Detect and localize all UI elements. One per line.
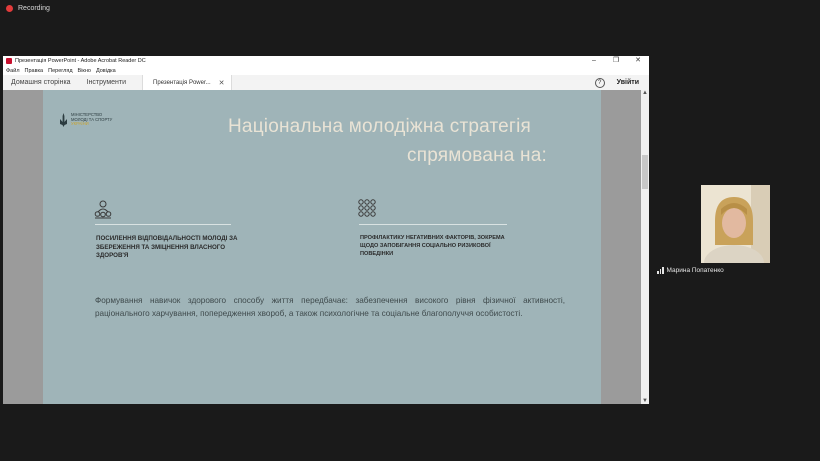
participant-name-label: Марина Попатенко (657, 267, 724, 274)
participant-video-image (701, 185, 770, 263)
tab-bar: Домашня сторінка Інструменти Презентація… (3, 75, 649, 91)
menu-help[interactable]: Довідка (96, 68, 116, 74)
people-group-icon (94, 200, 112, 219)
slide-title-line-1: Національна молодіжна стратегія (228, 116, 531, 137)
minimize-button[interactable]: – (583, 56, 605, 66)
column-1-text: Посилення відповідальності молоді за збе… (96, 235, 238, 260)
document-viewport[interactable]: Міністерство молоді та спорту України На… (3, 90, 649, 404)
slide-page: Міністерство молоді та спорту України На… (43, 90, 601, 404)
window-controls: – ❐ ✕ (583, 56, 649, 66)
slide-title-line-2: спрямована на: (407, 145, 547, 166)
maximize-button[interactable]: ❐ (605, 56, 627, 66)
slide-paragraph: Формування навичок здорового способу жит… (95, 296, 565, 318)
close-button[interactable]: ✕ (627, 56, 649, 66)
menu-edit[interactable]: Правка (25, 68, 44, 74)
trident-icon (60, 113, 67, 127)
scroll-up-icon[interactable]: ▲ (642, 90, 648, 96)
ministry-logo-text: Міністерство молоді та спорту України (71, 112, 112, 127)
column-2-text: Профілактику негативних факторів, зокрем… (360, 235, 505, 257)
help-icon[interactable]: ? (594, 77, 605, 88)
network-nodes-icon (358, 199, 376, 217)
title-bar: Презентація PowerPoint - Adobe Acrobat R… (3, 56, 649, 66)
acrobat-window: Презентація PowerPoint - Adobe Acrobat R… (3, 56, 649, 404)
tab-close-icon[interactable]: ✕ (219, 79, 225, 87)
window-title: Презентація PowerPoint - Adobe Acrobat R… (15, 58, 146, 64)
recording-label: Recording (18, 5, 50, 12)
scrollbar-thumb[interactable] (642, 155, 648, 189)
tab-document[interactable]: Презентація Power... ✕ (142, 75, 232, 90)
recording-dot-icon (6, 5, 13, 12)
participant-video-tile[interactable] (701, 185, 770, 263)
tab-document-label: Презентація Power... (153, 79, 211, 86)
menu-view[interactable]: Перегляд (48, 68, 72, 74)
col1-divider (95, 224, 231, 225)
recording-indicator: Recording (6, 5, 50, 12)
signal-bars-icon (657, 267, 664, 274)
sign-in-button[interactable]: Увійти (617, 79, 639, 86)
menu-bar: Файл Правка Перегляд Вікно Довідка (3, 66, 649, 75)
vertical-scrollbar[interactable]: ▲ ▼ (641, 90, 649, 404)
menu-file[interactable]: Файл (6, 68, 20, 74)
acrobat-app-icon (6, 58, 12, 64)
tabbar-right: ? Увійти (594, 77, 649, 88)
logo-line-3: України (71, 121, 89, 127)
col2-divider (359, 224, 507, 225)
participant-name: Марина Попатенко (666, 267, 724, 274)
tab-tools[interactable]: Інструменти (79, 79, 134, 86)
ministry-logo: Міністерство молоді та спорту України (59, 112, 112, 127)
tab-home[interactable]: Домашня сторінка (3, 79, 79, 86)
menu-window[interactable]: Вікно (78, 68, 91, 74)
scroll-down-icon[interactable]: ▼ (642, 398, 648, 404)
